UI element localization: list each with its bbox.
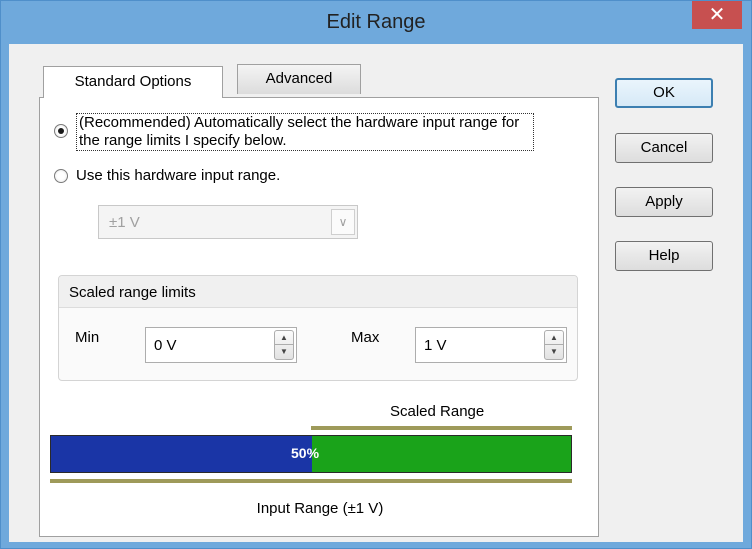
manual-range-option[interactable]: Use this hardware input range. — [54, 167, 280, 185]
scaled-range-label: Scaled Range — [390, 403, 485, 420]
title-bar[interactable]: Edit Range ✕ — [1, 1, 751, 44]
max-spin-buttons: ▲ ▼ — [544, 330, 564, 360]
scaled-range-fill — [312, 436, 571, 472]
min-label: Min — [75, 329, 100, 346]
standard-options-panel: (Recommended) Automatically select the h… — [39, 97, 599, 537]
input-range-label: Input Range (±1 V) — [256, 500, 384, 517]
min-spin-buttons: ▲ ▼ — [274, 330, 294, 360]
range-bar: 50% — [50, 435, 572, 473]
max-value[interactable]: 1 V — [424, 337, 447, 354]
recommended-label[interactable]: (Recommended) Automatically select the h… — [76, 113, 534, 151]
manual-range-radio[interactable] — [54, 169, 68, 183]
hardware-range-value: ±1 V — [109, 214, 140, 231]
max-spinbox[interactable]: 1 V ▲ ▼ — [415, 327, 567, 363]
hardware-range-dropdown[interactable]: ±1 V ∨ — [98, 205, 358, 239]
manual-range-label[interactable]: Use this hardware input range. — [76, 167, 280, 185]
spin-down-icon[interactable]: ▼ — [545, 345, 563, 359]
group-header: Scaled range limits — [59, 276, 577, 308]
apply-button[interactable]: Apply — [615, 187, 713, 217]
input-range-marker — [50, 479, 572, 483]
tab-standard-options[interactable]: Standard Options — [43, 66, 223, 98]
scaled-range-marker — [311, 426, 572, 430]
spin-down-icon[interactable]: ▼ — [275, 345, 293, 359]
recommended-option[interactable]: (Recommended) Automatically select the h… — [54, 113, 534, 151]
spin-up-icon[interactable]: ▲ — [275, 331, 293, 345]
cancel-button[interactable]: Cancel — [615, 133, 713, 163]
window-title: Edit Range — [326, 11, 426, 33]
dialog-client-area: Standard Options Advanced (Recommended) … — [9, 44, 743, 542]
group-title: Scaled range limits — [69, 284, 196, 301]
min-spinbox[interactable]: 0 V ▲ ▼ — [145, 327, 297, 363]
spin-up-icon[interactable]: ▲ — [545, 331, 563, 345]
edit-range-dialog: Edit Range ✕ Standard Options Advanced (… — [0, 0, 752, 549]
scaled-range-limits-group: Scaled range limits Min 0 V ▲ ▼ Max 1 V … — [58, 275, 578, 381]
range-percent: 50% — [291, 445, 320, 461]
chevron-down-icon[interactable]: ∨ — [331, 209, 355, 235]
recommended-radio[interactable] — [54, 124, 68, 138]
help-button[interactable]: Help — [615, 241, 713, 271]
close-button[interactable]: ✕ — [692, 1, 742, 29]
tab-advanced[interactable]: Advanced — [237, 64, 361, 94]
min-value[interactable]: 0 V — [154, 337, 177, 354]
ok-button[interactable]: OK — [615, 78, 713, 108]
close-icon: ✕ — [708, 4, 726, 26]
max-label: Max — [351, 329, 380, 346]
